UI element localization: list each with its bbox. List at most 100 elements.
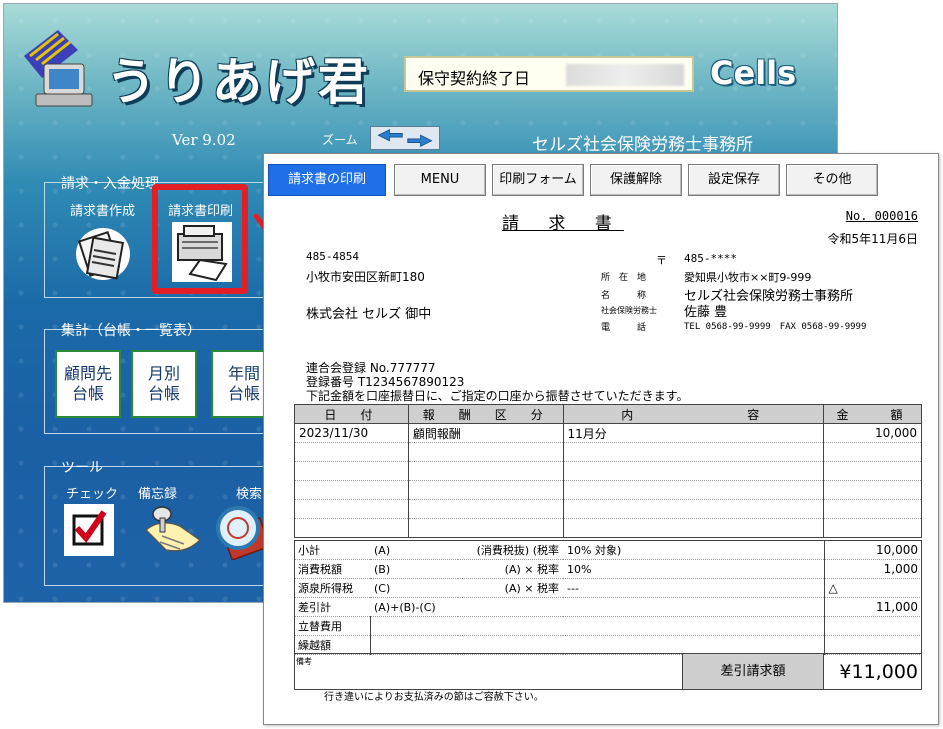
table-row[interactable] bbox=[294, 480, 922, 500]
other-button[interactable]: その他 bbox=[786, 164, 878, 196]
summary-label: 繰越額 bbox=[294, 635, 370, 655]
table-row[interactable]: 2023/11/30 顧問報酬 11月分 10,000 bbox=[294, 423, 922, 443]
office-name: セルズ社会保険労務士事務所 bbox=[532, 135, 753, 155]
search-book-icon[interactable] bbox=[212, 500, 268, 560]
issuer-address: 愛知県小牧市××町9-999 bbox=[684, 271, 812, 284]
monthly-ledger-label: 月別 台帳 bbox=[147, 364, 180, 403]
blurred-date-value bbox=[566, 64, 684, 86]
row-detail[interactable] bbox=[562, 499, 825, 519]
summary-amount[interactable]: 11,000 bbox=[823, 597, 922, 617]
transfer-note: 下記金額を口座振替日に、ご指定の口座から振替させていただきます。 bbox=[306, 389, 689, 403]
totals-group-title: 集計（台帳・一覧表） bbox=[61, 323, 201, 339]
summary-rate: --- bbox=[563, 578, 824, 598]
row-category[interactable]: 顧問報酬 bbox=[407, 423, 564, 443]
zoom-label: ズーム bbox=[322, 133, 358, 147]
summary-rate: 10% bbox=[563, 559, 824, 579]
client-ledger-button[interactable]: 顧問先 台帳 bbox=[55, 350, 121, 418]
row-category[interactable] bbox=[407, 518, 564, 538]
annual-ledger-label: 年間 台帳 bbox=[227, 364, 260, 403]
memo-pin-icon[interactable] bbox=[140, 500, 206, 558]
col-header-category: 報 酬 区 分 bbox=[407, 404, 564, 424]
table-row[interactable] bbox=[294, 518, 922, 538]
invoice-items-table: 日 付 報 酬 区 分 内 容 金 額 2023/11/30 顧問報酬 11月分… bbox=[294, 404, 922, 538]
row-amount[interactable] bbox=[823, 518, 922, 538]
menu-button[interactable]: MENU bbox=[394, 164, 486, 196]
summary-code: (B) bbox=[370, 559, 458, 579]
tools-group-title: ツール bbox=[61, 460, 103, 476]
row-date[interactable] bbox=[294, 518, 409, 538]
issuer-title-label: 社会保険労務士 bbox=[601, 306, 657, 315]
invoice-title: 請 求 書 bbox=[502, 214, 624, 234]
invoice-summary-table: 小計 (A) (消費税抜) (税率 10% 対象) 10,000 消費税額 (B… bbox=[294, 540, 922, 655]
row-amount[interactable] bbox=[823, 480, 922, 500]
contract-end-date-label: 保守契約終了日 bbox=[418, 69, 531, 88]
summary-amount[interactable] bbox=[823, 616, 922, 636]
row-date[interactable] bbox=[294, 461, 409, 481]
row-detail[interactable] bbox=[562, 461, 825, 481]
billing-group-title: 請求・入金処理 bbox=[61, 176, 159, 192]
summary-code: (C) bbox=[370, 578, 458, 598]
row-detail[interactable] bbox=[562, 480, 825, 500]
row-date[interactable] bbox=[294, 480, 409, 500]
summary-label: 立替費用 bbox=[294, 616, 370, 636]
footer-note: 行き違いによりお支払済みの節はご容赦下さい。 bbox=[324, 692, 544, 703]
remarks-label: 備考 bbox=[296, 657, 312, 666]
summary-label: 源泉所得税 bbox=[294, 578, 370, 598]
table-row[interactable] bbox=[294, 442, 922, 462]
recipient-postal: 485-4854 bbox=[306, 250, 359, 263]
row-amount[interactable] bbox=[823, 461, 922, 481]
summary-code: (A) bbox=[370, 540, 458, 560]
row-category[interactable] bbox=[407, 461, 564, 481]
summary-formula: (消費税抜) (税率 bbox=[458, 540, 563, 560]
monthly-ledger-button[interactable]: 月別 台帳 bbox=[131, 350, 197, 418]
create-invoice-icon[interactable] bbox=[74, 222, 132, 282]
recipient-address: 小牧市安田区新町180 bbox=[306, 270, 425, 284]
invoice-number: No. 000016 bbox=[845, 209, 918, 223]
summary-row: 差引計 (A)+(B)-(C) 11,000 bbox=[294, 597, 922, 617]
row-category[interactable] bbox=[407, 499, 564, 519]
table-row[interactable] bbox=[294, 499, 922, 519]
row-date[interactable] bbox=[294, 499, 409, 519]
row-amount[interactable] bbox=[823, 499, 922, 519]
create-invoice-label: 請求書作成 bbox=[70, 204, 136, 219]
cells-brand-logo: Cells bbox=[710, 54, 797, 92]
summary-rate: 10% 対象) bbox=[563, 540, 824, 560]
row-amount[interactable] bbox=[823, 442, 922, 462]
remarks-box[interactable]: 備考 bbox=[294, 653, 682, 690]
row-amount[interactable]: 10,000 bbox=[823, 423, 922, 443]
print-invoice-highlight bbox=[152, 184, 248, 294]
save-settings-button[interactable]: 設定保存 bbox=[688, 164, 780, 196]
issuer-phone: TEL 0568-99-9999 FAX 0568-99-9999 bbox=[684, 322, 867, 332]
print-invoice-button[interactable]: 請求書の印刷 bbox=[268, 164, 386, 196]
recipient-name: 株式会社 セルズ 御中 bbox=[306, 307, 432, 322]
row-detail[interactable]: 11月分 bbox=[562, 423, 825, 443]
check-label: チェック bbox=[66, 487, 119, 502]
summary-amount[interactable]: 10,000 bbox=[823, 540, 922, 560]
summary-amount[interactable] bbox=[823, 635, 922, 655]
issuer-person: 佐藤 豊 bbox=[684, 305, 728, 320]
row-date[interactable]: 2023/11/30 bbox=[294, 423, 409, 443]
unprotect-button[interactable]: 保護解除 bbox=[590, 164, 682, 196]
row-category[interactable] bbox=[407, 442, 564, 462]
total-amount: ¥11,000 bbox=[824, 653, 922, 690]
issuer-address-label: 所 在 地 bbox=[601, 273, 647, 283]
checkbox-icon[interactable] bbox=[64, 504, 114, 556]
client-ledger-label: 顧問先 台帳 bbox=[63, 364, 112, 403]
issuer-phone-label: 電 話 bbox=[601, 323, 647, 333]
summary-label: 小計 bbox=[294, 540, 370, 560]
issuer-name-label: 名 称 bbox=[601, 291, 647, 301]
summary-amount[interactable]: △ bbox=[823, 578, 922, 598]
summary-formula: (A) × 税率 bbox=[458, 578, 563, 598]
zoom-toggle-button[interactable] bbox=[370, 126, 440, 150]
print-form-button[interactable]: 印刷フォーム bbox=[492, 164, 584, 196]
summary-amount[interactable]: 1,000 bbox=[823, 559, 922, 579]
summary-label: 消費税額 bbox=[294, 559, 370, 579]
table-header-row: 日 付 報 酬 区 分 内 容 金 額 bbox=[294, 404, 922, 424]
summary-label: 差引計 bbox=[294, 597, 370, 617]
row-detail[interactable] bbox=[562, 442, 825, 462]
summary-code: (A)+(B)-(C) bbox=[370, 597, 824, 617]
table-row[interactable] bbox=[294, 461, 922, 481]
row-date[interactable] bbox=[294, 442, 409, 462]
row-category[interactable] bbox=[407, 480, 564, 500]
row-detail[interactable] bbox=[562, 518, 825, 538]
